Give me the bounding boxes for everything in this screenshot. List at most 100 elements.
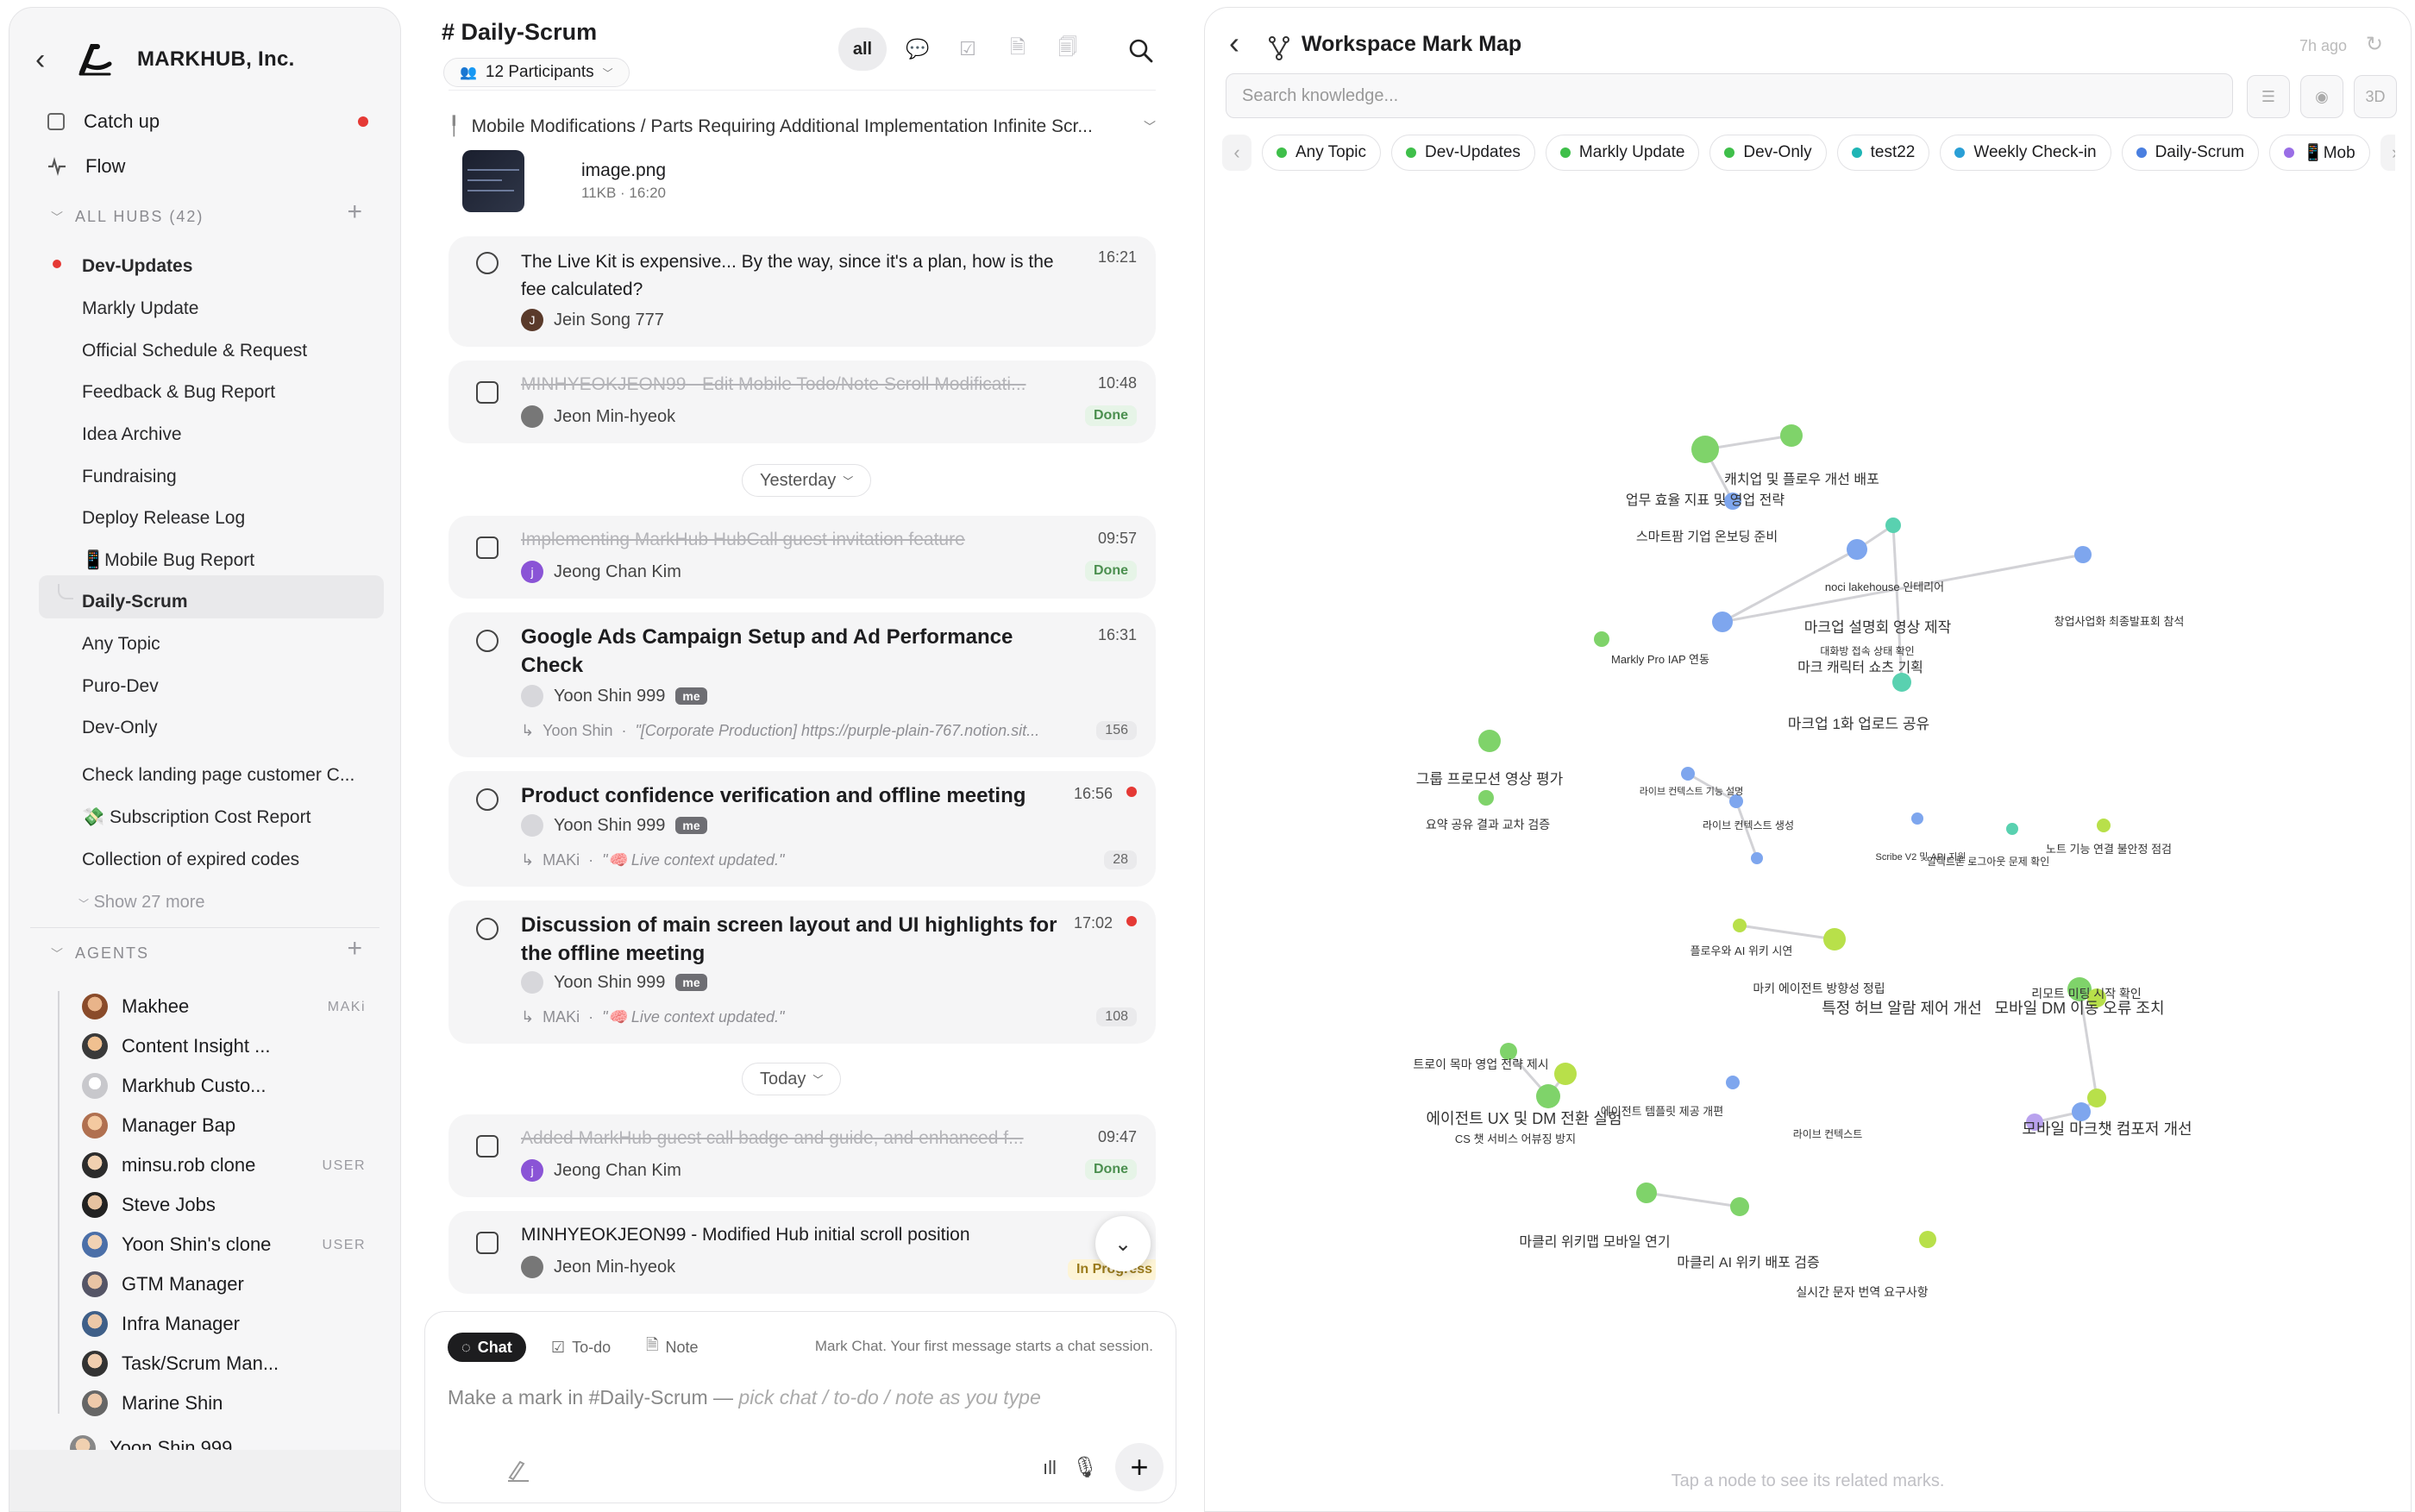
message-card[interactable]: Google Ads Campaign Setup and Ad Perform… (448, 612, 1156, 757)
hub-item[interactable]: Feedback & Bug Report (82, 382, 275, 403)
workspace-header[interactable]: ‹ MARKHUB, Inc. (35, 34, 295, 85)
agent-item[interactable]: GTM Manager (82, 1271, 244, 1297)
composer-tab-todo[interactable]: ☑ To-do (551, 1333, 611, 1362)
agent-item[interactable]: Task/Scrum Man... (82, 1351, 279, 1377)
hub-item[interactable]: Fundraising (82, 467, 177, 487)
graph-node[interactable] (1536, 1084, 1560, 1108)
graph-node[interactable] (1691, 436, 1719, 463)
thread-reply[interactable]: ↳ MAKi · "🧠 Live context updated." 28 (521, 850, 1137, 869)
hub-chip[interactable]: Weekly Check-in (1940, 135, 2111, 171)
hub-chip[interactable]: Dev-Updates (1391, 135, 1535, 171)
mark-pen-icon[interactable] (505, 1457, 532, 1484)
graph-node[interactable] (1636, 1183, 1657, 1203)
refresh-icon[interactable]: ↻ (2366, 32, 2383, 57)
graph-node[interactable] (1726, 1076, 1740, 1089)
search-input[interactable]: Search knowledge... (1226, 73, 2233, 118)
message-card[interactable]: Discussion of main screen layout and UI … (448, 900, 1156, 1044)
back-icon[interactable]: ‹ (35, 43, 53, 77)
graph-node[interactable] (1478, 730, 1501, 752)
todo-card[interactable]: MINHYEOKJEON99 - Modified Hub initial sc… (448, 1211, 1156, 1294)
chevron-left-icon[interactable]: ‹ (1222, 135, 1251, 171)
filter-chat-icon[interactable]: 💬 (900, 28, 935, 71)
add-button[interactable]: + (1115, 1443, 1164, 1491)
date-divider-today[interactable]: Today ﹀ (742, 1063, 842, 1095)
graph-node[interactable] (1751, 852, 1763, 864)
filter-all[interactable]: all (838, 28, 887, 71)
hub-item[interactable]: Collection of expired codes (82, 850, 299, 870)
hub-item[interactable]: Check landing page customer C... (82, 765, 354, 786)
microphone-icon[interactable]: 🎙 (1072, 1455, 1098, 1480)
filter-file-icon[interactable]: 🗐 (1051, 28, 1085, 71)
graph-node[interactable] (1733, 919, 1747, 932)
graph-node[interactable] (1594, 631, 1609, 647)
todo-card[interactable]: MINHYEOKJEON99 - Edit Mobile Todo/Note S… (448, 361, 1156, 443)
hub-chip[interactable]: 📱Mob (2269, 135, 2370, 171)
todo-card[interactable]: Added MarkHub guest call badge and guide… (448, 1114, 1156, 1197)
filter-todo-icon[interactable]: ☑ (950, 28, 985, 71)
agent-item[interactable]: Markhub Custo... (82, 1073, 267, 1099)
composer-input[interactable]: Make a mark in #Daily-Scrum — pick chat … (448, 1386, 1041, 1409)
hub-chip[interactable]: Dev-Only (1709, 135, 1827, 171)
agent-item[interactable]: Makhee (82, 994, 189, 1020)
graph-node[interactable] (1730, 1197, 1749, 1216)
agent-item[interactable]: Marine Shin (82, 1390, 223, 1416)
graph-node[interactable] (1919, 1231, 1936, 1248)
hub-item[interactable]: Deploy Release Log (82, 508, 245, 529)
graph-node[interactable] (1780, 424, 1803, 447)
attachment-thumbnail[interactable] (462, 150, 524, 212)
message-card[interactable]: Product confidence verification and offl… (448, 771, 1156, 887)
agent-item[interactable]: minsu.rob clone (82, 1152, 255, 1178)
agent-item[interactable]: Infra Manager (82, 1311, 240, 1337)
agent-item[interactable]: Content Insight ... (82, 1033, 270, 1059)
nav-flow[interactable]: Flow (47, 147, 125, 185)
agents-section-header[interactable]: ﹀ AGENTS (51, 944, 149, 963)
search-icon[interactable] (1128, 38, 1154, 64)
hub-item[interactable]: 💸 Subscription Cost Report (82, 807, 310, 828)
agent-item[interactable]: Yoon Shin's clone (82, 1232, 271, 1258)
date-divider-yesterday[interactable]: Yesterday ﹀ (742, 464, 872, 497)
hub-chip[interactable]: Any Topic (1262, 135, 1382, 171)
graph-node[interactable] (1911, 812, 1923, 825)
todo-card[interactable]: Implementing MarkHub HubCall guest invit… (448, 516, 1156, 599)
thread-reply[interactable]: ↳ MAKi · "🧠 Live context updated." 108 (521, 1007, 1137, 1026)
graph-node[interactable] (1681, 767, 1695, 781)
participants-button[interactable]: 👥 12 Participants ﹀ (443, 58, 630, 87)
graph-node[interactable] (1478, 790, 1494, 806)
composer-tab-note[interactable]: 🗎 Note (646, 1333, 699, 1362)
graph-node[interactable] (1823, 928, 1846, 950)
graph-node[interactable] (2087, 1089, 2106, 1107)
pinned-thread[interactable]: ╿ Mobile Modifications / Parts Requiring… (448, 116, 1156, 137)
add-agent-icon[interactable]: + (347, 934, 362, 963)
graph-node[interactable] (1847, 539, 1867, 560)
thread-reply[interactable]: ↳ Yoon Shin · "[Corporate Production] https… (521, 721, 1137, 740)
show-more-hubs[interactable]: ﹀ Show 27 more (78, 893, 205, 913)
knowledge-graph[interactable]: 캐치업 및 플로우 개선 배포업무 효율 지표 및 영업 전략스마트팜 기업 온… (1205, 180, 2412, 1457)
graph-node[interactable] (1554, 1063, 1577, 1085)
graph-node[interactable] (1892, 673, 1911, 692)
scroll-down-button[interactable]: ⌄ (1095, 1216, 1151, 1271)
hub-item[interactable]: 📱Mobile Bug Report (82, 550, 254, 571)
agent-item[interactable]: Manager Bap (82, 1113, 235, 1139)
hub-item[interactable]: Any Topic (82, 634, 160, 655)
filter-settings-icon[interactable]: ☰ (2247, 75, 2290, 118)
hub-item-daily-scrum[interactable]: Daily-Scrum (82, 592, 188, 612)
waveform-icon[interactable]: ıll (1043, 1457, 1057, 1479)
back-icon[interactable]: ‹ (1229, 25, 1239, 61)
hubs-section-header[interactable]: ﹀ ALL HUBS (42) (51, 208, 204, 226)
eye-icon[interactable]: ◉ (2300, 75, 2343, 118)
graph-node[interactable] (1712, 612, 1733, 632)
graph-node[interactable] (2072, 1102, 2091, 1121)
message-card[interactable]: The Live Kit is expensive... By the way,… (448, 236, 1156, 347)
graph-node[interactable] (2006, 823, 2018, 835)
hub-item[interactable]: Dev-Only (82, 718, 158, 738)
add-hub-icon[interactable]: + (347, 198, 362, 227)
graph-node[interactable] (1885, 518, 1901, 533)
agent-item[interactable]: Steve Jobs (82, 1192, 216, 1218)
hub-item[interactable]: Idea Archive (82, 424, 182, 445)
hub-item[interactable]: Dev-Updates (82, 256, 192, 277)
hub-item[interactable]: Markly Update (82, 298, 198, 319)
graph-node[interactable] (2097, 819, 2111, 832)
composer-tab-chat[interactable]: ◌ Chat (448, 1333, 526, 1362)
hub-chip[interactable]: test22 (1836, 135, 1930, 171)
3d-toggle-button[interactable]: 3D (2354, 75, 2397, 118)
